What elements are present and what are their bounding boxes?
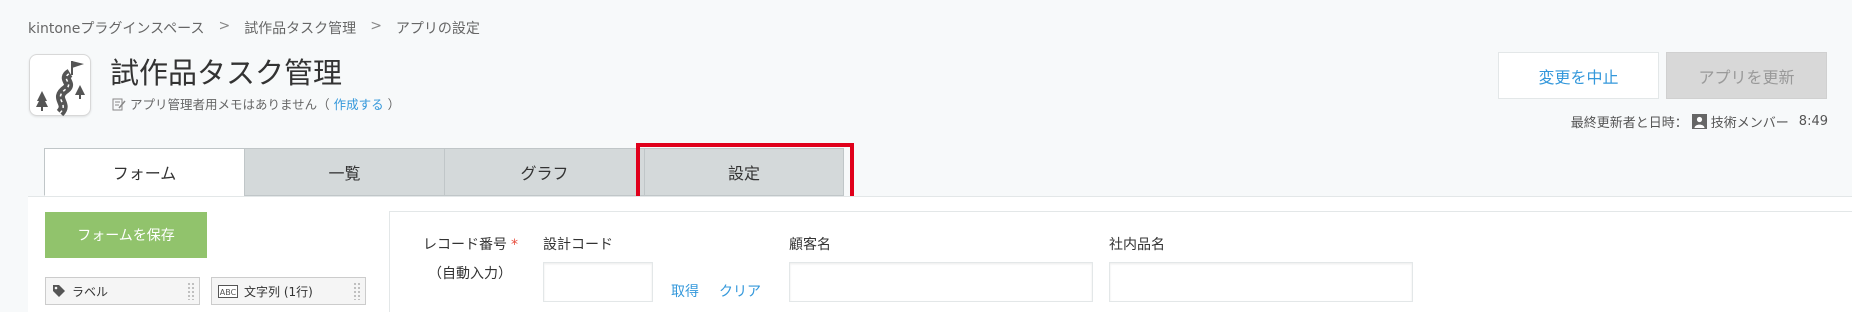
palette-item-text-single[interactable]: ABC 文字列 (1行) bbox=[211, 277, 366, 305]
memo-text: アプリ管理者用メモはありません（ bbox=[130, 97, 330, 112]
product-label: 社内品名 bbox=[1109, 237, 1165, 253]
required-mark: * bbox=[511, 237, 518, 253]
abc-icon: ABC bbox=[218, 284, 238, 298]
tab-form[interactable]: フォーム bbox=[44, 148, 244, 196]
clear-link[interactable]: クリア bbox=[719, 281, 761, 301]
app-memo: アプリ管理者用メモはありません（ 作成する） bbox=[112, 94, 400, 113]
cancel-changes-button[interactable]: 変更を中止 bbox=[1498, 52, 1659, 99]
palette-item-text: 文字列 (1行) bbox=[244, 284, 313, 299]
palette-item-text: ラベル bbox=[72, 284, 109, 299]
last-updated-time: 8:49 bbox=[1798, 114, 1828, 129]
customer-label: 顧客名 bbox=[789, 237, 831, 253]
last-updated-user[interactable]: 技術メンバー bbox=[1711, 112, 1789, 131]
product-input[interactable] bbox=[1109, 262, 1413, 302]
tag-icon bbox=[53, 285, 65, 297]
drag-handle-icon[interactable] bbox=[187, 282, 195, 300]
design-code-label: 設計コード bbox=[543, 237, 613, 253]
breadcrumb: kintoneプラグインスペース > 試作品タスク管理 > アプリの設定 bbox=[28, 18, 480, 38]
user-icon bbox=[1691, 114, 1707, 129]
settings-tabs: フォーム 一覧 グラフ 設定 bbox=[44, 148, 844, 196]
page-title: 試作品タスク管理 bbox=[110, 56, 343, 90]
breadcrumb-app[interactable]: 試作品タスク管理 bbox=[244, 18, 356, 38]
breadcrumb-space[interactable]: kintoneプラグインスペース bbox=[28, 18, 204, 38]
design-code-input[interactable] bbox=[543, 262, 653, 302]
palette-item-label[interactable]: ラベル bbox=[45, 277, 200, 305]
edit-note-icon bbox=[112, 98, 126, 110]
tab-graph[interactable]: グラフ bbox=[444, 148, 644, 196]
breadcrumb-separator: > bbox=[370, 18, 382, 34]
auto-input-note: （自動入力） bbox=[428, 266, 512, 282]
update-app-button[interactable]: アプリを更新 bbox=[1666, 52, 1827, 99]
customer-input[interactable] bbox=[789, 262, 1093, 302]
last-updated: 最終更新者と日時： 技術メンバー 8:49 bbox=[1571, 112, 1828, 131]
breadcrumb-separator: > bbox=[218, 18, 231, 34]
fetch-link[interactable]: 取得 bbox=[671, 281, 699, 301]
save-form-button[interactable]: フォームを保存 bbox=[45, 212, 207, 258]
record-number-text: レコード番号 bbox=[423, 237, 507, 253]
tab-settings[interactable]: 設定 bbox=[644, 148, 844, 196]
breadcrumb-current: アプリの設定 bbox=[395, 21, 480, 37]
road-flag-icon bbox=[36, 61, 85, 117]
create-memo-link[interactable]: 作成する bbox=[334, 94, 384, 113]
drag-handle-icon[interactable] bbox=[353, 282, 361, 300]
app-icon bbox=[29, 54, 91, 117]
memo-close-paren: ） bbox=[387, 97, 401, 112]
last-updated-label: 最終更新者と日時： bbox=[1570, 116, 1688, 131]
tab-list[interactable]: 一覧 bbox=[244, 148, 444, 196]
record-number-label: レコード番号 * bbox=[423, 234, 518, 254]
svg-text:ABC: ABC bbox=[220, 288, 237, 297]
